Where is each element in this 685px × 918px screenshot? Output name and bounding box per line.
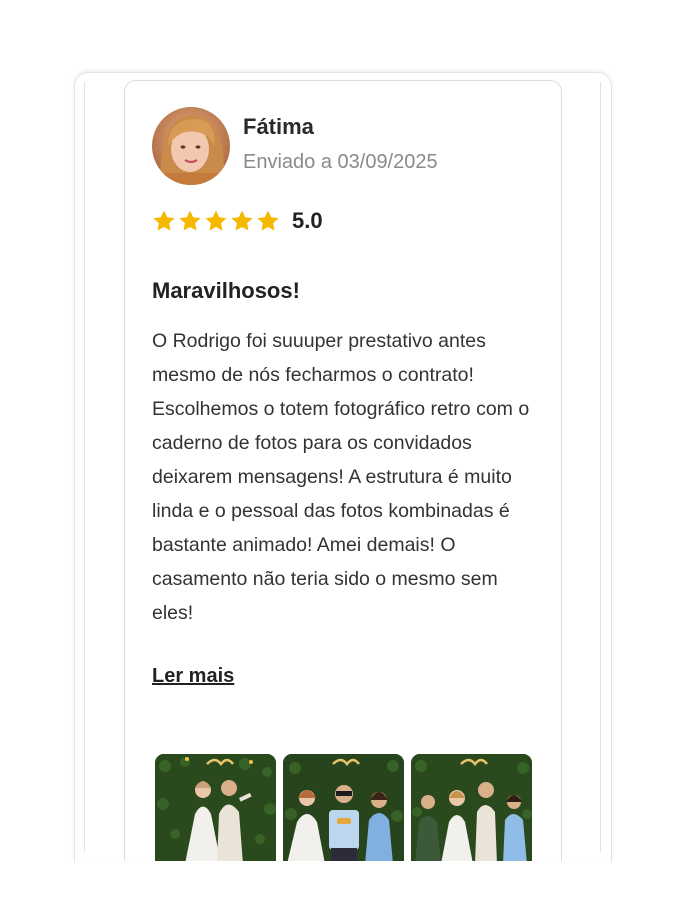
rating: 5.0 <box>152 208 323 234</box>
wedding-photo-icon <box>283 754 404 861</box>
read-more-link[interactable]: Ler mais <box>152 665 234 688</box>
review-photos <box>155 754 532 861</box>
review-photo[interactable] <box>411 754 532 861</box>
star-icon <box>204 209 228 233</box>
star-icon <box>230 209 254 233</box>
review-title: Maravilhosos! <box>152 278 300 303</box>
avatar-image <box>152 107 230 185</box>
review-date: Enviado a 03/09/2025 <box>243 151 438 173</box>
card-divider-left <box>84 82 85 852</box>
card-divider-right <box>600 82 601 852</box>
author-avatar <box>152 107 230 185</box>
star-icon <box>256 209 280 233</box>
review-card: Fátima Enviado a 03/09/2025 5.0 Maravilh… <box>124 80 562 861</box>
rating-value: 5.0 <box>292 208 323 233</box>
review-text: O Rodrigo foi suuuper prestativo antes m… <box>152 330 530 624</box>
author-name: Fátima <box>243 114 314 139</box>
wedding-photo-icon <box>155 754 276 861</box>
wedding-photo-icon <box>411 754 532 861</box>
review-photo[interactable] <box>155 754 276 861</box>
star-icon <box>152 209 176 233</box>
star-rating <box>152 209 280 233</box>
review-carousel: Fátima Enviado a 03/09/2025 5.0 Maravilh… <box>0 0 685 918</box>
star-icon <box>178 209 202 233</box>
review-photo[interactable] <box>283 754 404 861</box>
